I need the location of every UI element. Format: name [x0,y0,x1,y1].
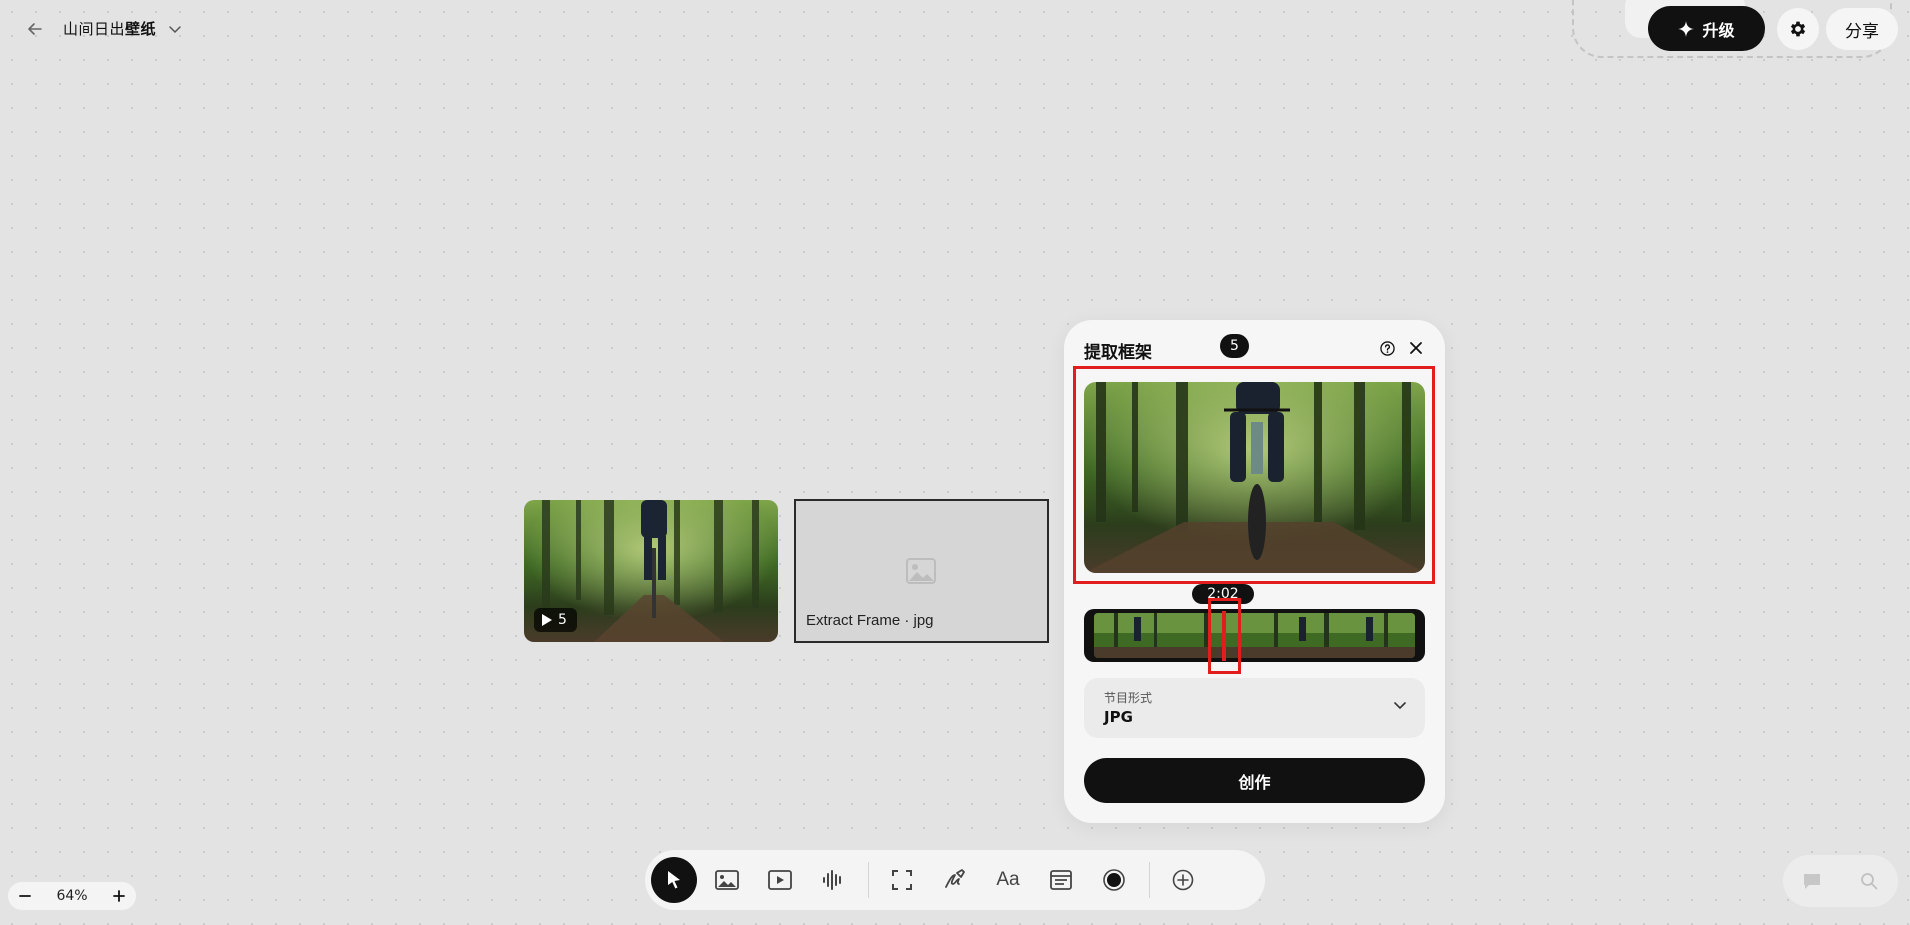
question-circle-icon [1379,340,1395,356]
record-icon [1103,869,1125,891]
zoom-in-button[interactable] [110,887,128,905]
search-button[interactable] [1854,866,1884,896]
back-button[interactable] [22,16,48,42]
project-title[interactable]: 山间日出 壁纸 [63,18,156,39]
gear-icon [1790,21,1806,37]
settings-button[interactable] [1777,8,1819,50]
strip-duration-badge: 5 [1220,334,1249,358]
preview-highlight-box [1073,366,1435,584]
cursor-icon [668,871,680,889]
add-tool[interactable] [1160,857,1206,903]
share-button[interactable]: 分享 [1826,8,1898,50]
create-label: 创作 [1238,772,1271,792]
sparkle-icon [1678,20,1695,37]
bottom-toolbar: Aa [645,850,1265,910]
select-tool[interactable] [651,857,697,903]
upgrade-label: 升级 [1702,20,1735,40]
extract-frame-node[interactable]: Extract Frame · jpg [794,499,1049,643]
toolbar-separator [868,862,869,898]
minus-icon [19,895,31,897]
frame-tool[interactable] [879,857,925,903]
close-button[interactable] [1405,337,1427,359]
upgrade-button[interactable]: 升级 [1648,6,1765,51]
frame-node-caption: Extract Frame · jpg [806,612,934,629]
frame-corners-icon [892,870,912,890]
scrubber-highlight-box [1208,598,1241,674]
audio-tool[interactable] [810,857,856,903]
image-tool[interactable] [704,857,750,903]
project-title-part1: 山间日出 [63,20,126,38]
chat-search-pill [1783,855,1898,907]
toolbar-separator [1149,862,1150,898]
plus-circle-icon [1172,869,1194,891]
video-node[interactable]: 5 [524,500,778,642]
record-tool[interactable] [1091,857,1137,903]
zoom-level: 64% [56,888,88,904]
create-button[interactable]: 创作 [1084,758,1425,803]
image-icon [715,870,739,890]
search-icon [1861,873,1878,890]
zoom-control: 64% [8,882,136,910]
close-icon [1410,342,1422,354]
note-icon [1050,870,1072,890]
play-icon [542,614,552,626]
text-tool-label: Aa [996,869,1020,890]
video-filmstrip[interactable] [1084,609,1425,662]
video-tool[interactable] [757,857,803,903]
chevron-down-icon [1394,702,1406,710]
comment-icon [1803,874,1820,889]
zoom-out-button[interactable] [16,887,34,905]
text-tool[interactable]: Aa [985,857,1031,903]
extract-frame-panel: 提取框架 2:02 5 节目形式 JPG 创作 [1064,320,1445,823]
format-select[interactable]: 节目形式 JPG [1084,678,1425,738]
project-menu-button[interactable] [164,18,186,40]
panel-title: 提取框架 [1084,343,1152,363]
chevron-down-icon [169,26,181,34]
format-value: JPG [1104,708,1133,726]
video-duration-badge: 5 [534,608,577,632]
comment-button[interactable] [1797,866,1827,896]
arrow-left-icon [28,23,42,35]
plus-icon [113,890,125,902]
pen-scribble-icon [945,869,965,888]
project-title-part2: 壁纸 [125,20,157,38]
help-button[interactable] [1378,339,1396,357]
video-duration: 5 [558,612,567,628]
image-placeholder-icon [906,558,936,584]
waveform-icon [823,870,841,890]
draw-tool[interactable] [932,857,978,903]
format-label: 节目形式 [1104,691,1153,705]
note-tool[interactable] [1038,857,1084,903]
video-icon [768,870,792,890]
filmstrip-frames [1094,613,1415,658]
share-label: 分享 [1845,21,1879,42]
